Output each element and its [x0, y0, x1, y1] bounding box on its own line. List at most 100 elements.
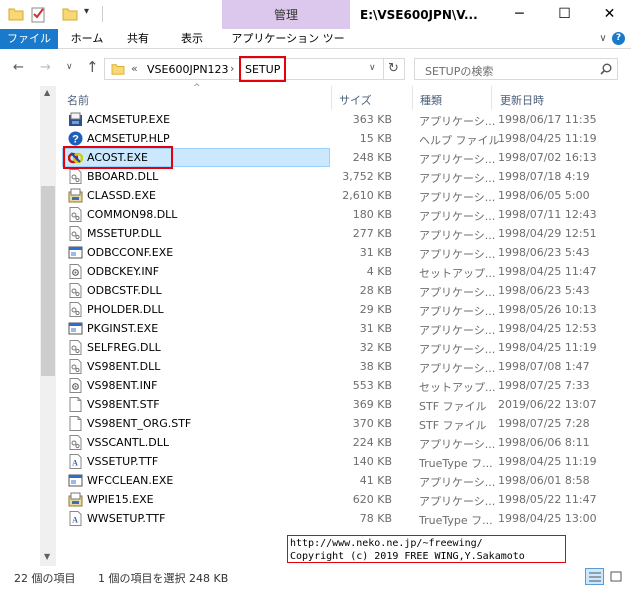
manage-tab[interactable]: 管理 — [222, 0, 350, 29]
column-divider[interactable] — [412, 86, 413, 110]
file-row[interactable]: VSSCANTL.DLL 224 KB アプリケーシ... 1998/06/06 8:… — [58, 433, 631, 452]
overflow-breadcrumb-icon[interactable]: « — [131, 62, 138, 75]
file-name[interactable]: ODBCCONF.EXE — [87, 246, 173, 259]
help-icon[interactable]: ? — [612, 32, 625, 45]
address-dropdown-icon[interactable]: ∨ — [369, 63, 376, 73]
file-name[interactable]: PKGINST.EXE — [87, 322, 158, 335]
expand-ribbon-icon[interactable]: ∨ — [596, 29, 610, 49]
file-list-scrollbar[interactable] — [614, 86, 631, 566]
file-name[interactable]: WFCCLEAN.EXE — [87, 474, 173, 487]
up-arrow-icon[interactable]: ↑ — [86, 58, 99, 76]
column-header-modified[interactable]: 更新日時 — [500, 92, 544, 108]
file-modified: 1998/07/11 12:43 — [498, 208, 597, 221]
column-header-name[interactable]: 名前 — [67, 92, 89, 108]
file-row[interactable]: ACMSETUP.EXE 363 KB アプリケーシ... 1998/06/17 11… — [58, 110, 631, 129]
large-icons-view-button[interactable] — [607, 568, 626, 585]
divider — [102, 6, 103, 22]
file-size: 620 KB — [352, 493, 392, 506]
forward-arrow-icon[interactable]: → — [40, 60, 51, 75]
file-name[interactable]: SELFREG.DLL — [87, 341, 161, 354]
search-input[interactable]: SETUPの検索 — [425, 63, 493, 79]
file-size: 248 KB — [352, 151, 392, 164]
file-row[interactable]: BBOARD.DLL 3,752 KB アプリケーシ... 1998/07/18 4:… — [58, 167, 631, 186]
file-name[interactable]: ACMSETUP.EXE — [87, 113, 170, 126]
customize-toolbar-icon[interactable]: ▾ — [84, 6, 89, 17]
ribbon-tabs: ファイル ホーム 共有 表示 アプリケーション ツール ∨ ? — [0, 29, 631, 64]
file-size: 224 KB — [352, 436, 392, 449]
column-header-size[interactable]: サイズ — [339, 92, 372, 108]
column-divider[interactable] — [331, 86, 332, 110]
file-size: 370 KB — [352, 417, 392, 430]
file-name[interactable]: COMMON98.DLL — [87, 208, 177, 221]
file-row[interactable]: ODBCKEY.INF 4 KB セットアップ... 1998/04/25 11:47 — [58, 262, 631, 281]
search-icon[interactable] — [600, 63, 612, 75]
file-row[interactable]: CLASSD.EXE 2,610 KB アプリケーシ... 1998/06/05 5:… — [58, 186, 631, 205]
file-name[interactable]: PHOLDER.DLL — [87, 303, 164, 316]
highlight-box — [239, 56, 286, 82]
tab-file[interactable]: ファイル — [0, 29, 58, 49]
file-name[interactable]: CLASSD.EXE — [87, 189, 156, 202]
file-name[interactable]: ODBCSTF.DLL — [87, 284, 162, 297]
tab-view[interactable]: 表示 — [172, 29, 212, 49]
file-row[interactable]: MSSETUP.DLL 277 KB アプリケーシ... 1998/04/29 12:… — [58, 224, 631, 243]
file-name[interactable]: VS98ENT_ORG.STF — [87, 417, 191, 430]
new-folder-icon[interactable] — [62, 7, 78, 21]
dll-icon — [68, 302, 83, 317]
recent-locations-icon[interactable]: ∨ — [66, 62, 73, 72]
dll-icon — [68, 359, 83, 374]
file-row[interactable]: VS98ENT.STF 369 KB STF ファイル 2019/06/22 13:0… — [58, 395, 631, 414]
file-name[interactable]: VSSETUP.TTF — [87, 455, 158, 468]
breadcrumb-separator-icon[interactable]: › — [230, 62, 234, 75]
file-name[interactable]: WPIE15.EXE — [87, 493, 154, 506]
file-name[interactable]: VSSCANTL.DLL — [87, 436, 169, 449]
file-list: ACMSETUP.EXE 363 KB アプリケーシ... 1998/06/17 11… — [58, 110, 631, 530]
file-row[interactable]: SELFREG.DLL 32 KB アプリケーシ... 1998/04/25 11:1… — [58, 338, 631, 357]
file-name[interactable]: WWSETUP.TTF — [87, 512, 165, 525]
refresh-icon[interactable]: ↻ — [388, 61, 399, 76]
file-row[interactable]: PKGINST.EXE 31 KB アプリケーシ... 1998/04/25 12:5… — [58, 319, 631, 338]
file-modified: 1998/06/06 8:11 — [498, 436, 590, 449]
file-name[interactable]: VS98ENT.INF — [87, 379, 157, 392]
scroll-up-icon[interactable]: ▲ — [44, 88, 50, 97]
scroll-down-icon[interactable]: ▼ — [44, 552, 50, 561]
tab-home[interactable]: ホーム — [64, 29, 110, 49]
column-header-type[interactable]: 種類 — [420, 92, 442, 108]
file-name[interactable]: VS98ENT.DLL — [87, 360, 160, 373]
file-type: アプリケーシ... — [419, 362, 496, 375]
navigation-pane-scrollbar[interactable]: ▲ ▼ — [40, 86, 56, 566]
file-type: STF ファイル — [419, 400, 487, 413]
back-arrow-icon[interactable]: ← — [13, 60, 24, 75]
details-view-button[interactable] — [585, 568, 604, 585]
file-type: アプリケーシ... — [419, 248, 496, 261]
file-type: アプリケーシ... — [419, 210, 496, 223]
file-name[interactable]: BBOARD.DLL — [87, 170, 158, 183]
file-row[interactable]: VS98ENT.DLL 38 KB アプリケーシ... 1998/07/08 1:47 — [58, 357, 631, 376]
svg-text:A: A — [72, 516, 78, 525]
file-row[interactable]: WFCCLEAN.EXE 41 KB アプリケーシ... 1998/06/01 8:5… — [58, 471, 631, 490]
column-divider[interactable] — [491, 86, 492, 110]
file-row[interactable]: VS98ENT.INF 553 KB セットアップ... 1998/07/25 7:3… — [58, 376, 631, 395]
tab-application-tools[interactable]: アプリケーション ツール — [230, 29, 346, 64]
file-row[interactable]: PHOLDER.DLL 29 KB アプリケーシ... 1998/05/26 10:1… — [58, 300, 631, 319]
maximize-button[interactable]: ☐ — [542, 0, 587, 29]
file-type: アプリケーシ... — [419, 115, 496, 128]
file-name[interactable]: MSSETUP.DLL — [87, 227, 161, 240]
close-button[interactable]: ✕ — [587, 0, 631, 29]
search-box[interactable]: SETUPの検索 — [414, 58, 618, 80]
file-row[interactable]: VS98ENT_ORG.STF 370 KB STF ファイル 1998/07/25 … — [58, 414, 631, 433]
properties-icon[interactable] — [30, 4, 46, 24]
file-row[interactable]: COMMON98.DLL 180 KB アプリケーシ... 1998/07/11 12… — [58, 205, 631, 224]
file-row[interactable]: WPIE15.EXE 620 KB アプリケーシ... 1998/05/22 11:4… — [58, 490, 631, 509]
breadcrumb-parent[interactable]: VSE600JPN123 — [147, 63, 229, 76]
file-row[interactable]: A VSSETUP.TTF 140 KB TrueType フ... 1998/04/2… — [58, 452, 631, 471]
font-file-icon: A — [68, 454, 83, 469]
file-row[interactable]: ODBCSTF.DLL 28 KB アプリケーシ... 1998/06/23 5:43 — [58, 281, 631, 300]
file-name[interactable]: ACMSETUP.HLP — [87, 132, 170, 145]
minimize-button[interactable]: ─ — [497, 0, 542, 29]
file-name[interactable]: VS98ENT.STF — [87, 398, 160, 411]
file-row[interactable]: A WWSETUP.TTF 78 KB TrueType フ... 1998/04/25… — [58, 509, 631, 528]
scroll-thumb[interactable] — [41, 186, 55, 376]
file-name[interactable]: ODBCKEY.INF — [87, 265, 159, 278]
file-row[interactable]: ODBCCONF.EXE 31 KB アプリケーシ... 1998/06/23 5:4… — [58, 243, 631, 262]
tab-share[interactable]: 共有 — [118, 29, 158, 49]
